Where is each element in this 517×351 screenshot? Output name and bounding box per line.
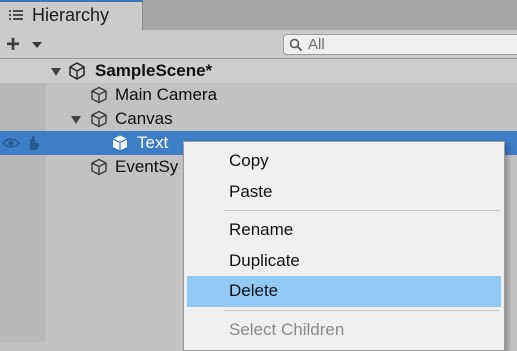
create-object-button[interactable]: + [6, 31, 46, 58]
foldout-arrow-icon[interactable] [71, 116, 81, 124]
gameobject-cube-icon [112, 135, 128, 151]
gameobject-cube-icon [91, 86, 107, 104]
plus-icon: + [6, 31, 21, 58]
tab-active-indicator [0, 0, 143, 2]
menu-item-label: Copy [229, 151, 269, 170]
menu-item-delete[interactable]: Delete [187, 276, 501, 307]
caret-down-icon [32, 42, 42, 48]
context-menu: Copy Paste Rename Duplicate Delete Selec… [183, 141, 505, 351]
menu-item-label: Select Children [229, 320, 345, 339]
hierarchy-toolbar: + [0, 30, 517, 59]
scene-row[interactable]: SampleScene* [0, 59, 517, 83]
search-field[interactable] [283, 34, 517, 55]
menu-item-label: Delete [229, 281, 279, 300]
menu-item-label: Paste [229, 182, 273, 201]
menu-item-duplicate[interactable]: Duplicate [187, 246, 501, 277]
gameobject-cube-icon [91, 158, 107, 176]
menu-item-label: Duplicate [229, 251, 300, 270]
menu-item-rename[interactable]: Rename [187, 215, 501, 246]
search-input[interactable] [308, 35, 508, 54]
menu-item-select-children: Select Children [187, 315, 501, 346]
hierarchy-item-label: Text [137, 133, 169, 152]
gameobject-cube-icon [91, 110, 107, 128]
menu-separator [224, 210, 500, 211]
pickability-hand-icon[interactable] [25, 135, 41, 151]
hierarchy-item-label: Canvas [115, 109, 173, 128]
menu-item-label: Rename [229, 220, 294, 239]
menu-separator [224, 310, 500, 311]
menu-item-copy[interactable]: Copy [187, 146, 501, 177]
search-icon [289, 38, 303, 52]
tab-hierarchy[interactable]: Hierarchy [0, 0, 143, 30]
hierarchy-item-label: EventSy [115, 157, 179, 176]
hierarchy-item-label: Main Camera [115, 85, 218, 104]
hierarchy-item-canvas[interactable]: Canvas [0, 107, 517, 131]
hierarchy-item-main-camera[interactable]: Main Camera [0, 83, 517, 107]
panel-tab-strip: Hierarchy [0, 0, 517, 30]
list-icon [9, 9, 23, 21]
menu-item-paste[interactable]: Paste [187, 177, 501, 208]
tab-label: Hierarchy [32, 5, 110, 25]
visibility-eye-icon[interactable] [2, 136, 20, 150]
unity-scene-icon [69, 62, 85, 80]
foldout-arrow-icon[interactable] [51, 68, 61, 76]
scene-name: SampleScene* [95, 61, 213, 80]
